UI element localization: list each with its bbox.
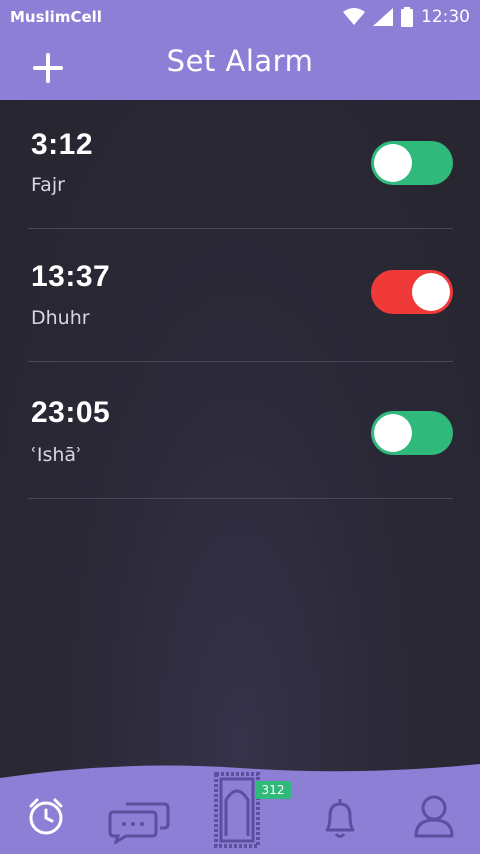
alarm-name: Fajr [31,174,65,196]
profile-icon[interactable] [412,792,456,840]
alarm-row-dhuhr[interactable]: 13:37 Dhuhr [28,229,453,362]
toggle-knob [374,414,412,452]
battery-icon [401,7,413,27]
bottom-nav [0,760,480,854]
count-badge: 312 [255,781,291,799]
toggle-knob [374,144,412,182]
clock-time: 12:30 [421,7,470,27]
bell-icon[interactable] [321,796,359,840]
app-header: Set Alarm [0,34,480,100]
alarm-clock-icon[interactable] [26,796,66,836]
signal-icon [373,8,393,26]
alarm-time: 23:05 [31,396,111,429]
alarm-row-isha[interactable]: 23:05 ʿIshāʾ [28,362,453,499]
alarm-toggle[interactable] [371,141,453,185]
status-bar: MuslimCell 12:30 [0,0,480,34]
wifi-icon [343,8,365,25]
page-title: Set Alarm [166,44,314,78]
toggle-knob [412,273,450,311]
alarm-toggle[interactable] [371,411,453,455]
chat-bubbles-icon[interactable] [108,798,170,844]
alarm-list: 3:12 Fajr 13:37 Dhuhr 23:05 ʿIshāʾ [0,100,480,780]
alarm-name: Dhuhr [31,307,90,329]
alarm-toggle[interactable] [371,270,453,314]
status-icons: 12:30 [343,7,470,27]
carrier-name: MuslimCell [10,8,102,26]
alarm-row-fajr[interactable]: 3:12 Fajr [28,100,453,229]
alarm-time: 3:12 [31,128,94,161]
alarm-name: ʿIshāʾ [31,444,82,466]
alarm-time: 13:37 [31,260,111,293]
